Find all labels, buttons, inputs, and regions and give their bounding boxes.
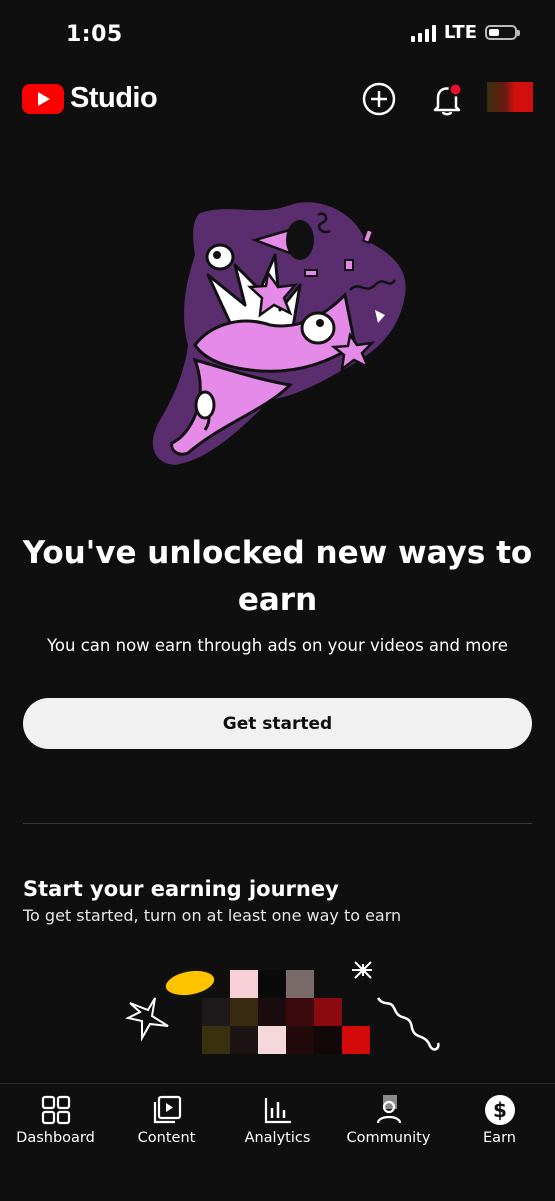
content-icon	[153, 1095, 181, 1124]
nav-earn[interactable]: $ Earn	[444, 1084, 555, 1201]
get-started-button[interactable]: Get started	[23, 698, 532, 749]
nav-label-community: Community	[346, 1130, 431, 1146]
battery-icon	[485, 25, 520, 40]
analytics-icon	[264, 1098, 291, 1124]
unlock-subtext: You can now earn through ads on your vid…	[47, 636, 508, 655]
bottom-navigation: Dashboard Content Analytics Community $	[0, 1083, 555, 1201]
app-name: Studio	[70, 82, 158, 114]
network-type: LTE	[443, 22, 477, 43]
avatar[interactable]	[487, 82, 533, 112]
journey-title: Start your earning journey	[23, 877, 339, 901]
nav-label-content: Content	[137, 1130, 196, 1146]
nav-label-dashboard: Dashboard	[16, 1130, 95, 1146]
nav-content[interactable]: Content	[111, 1084, 222, 1201]
nav-community[interactable]: Community	[333, 1084, 444, 1201]
journey-subtitle: To get started, turn on at least one way…	[23, 906, 402, 925]
status-indicators: LTE	[410, 22, 520, 43]
signal-icon	[410, 24, 436, 42]
community-icon	[376, 1095, 401, 1124]
nav-label-earn: Earn	[483, 1130, 516, 1146]
svg-text:$: $	[493, 1098, 507, 1122]
dashboard-icon	[41, 1095, 70, 1125]
notifications-icon[interactable]	[428, 80, 466, 118]
unlock-headline: You've unlocked new ways to earn	[22, 535, 533, 618]
nav-dashboard[interactable]: Dashboard	[0, 1084, 111, 1201]
earning-journey-illustration	[120, 958, 450, 1088]
nav-analytics[interactable]: Analytics	[222, 1084, 333, 1201]
nav-label-analytics: Analytics	[244, 1130, 311, 1146]
celebration-illustration	[152, 202, 406, 465]
youtube-play-icon	[22, 83, 64, 114]
section-divider	[23, 823, 532, 824]
create-icon[interactable]	[360, 80, 398, 118]
status-time: 1:05	[66, 22, 123, 47]
earn-icon: $	[484, 1095, 515, 1125]
youtube-studio-logo[interactable]: Studio	[22, 82, 158, 115]
